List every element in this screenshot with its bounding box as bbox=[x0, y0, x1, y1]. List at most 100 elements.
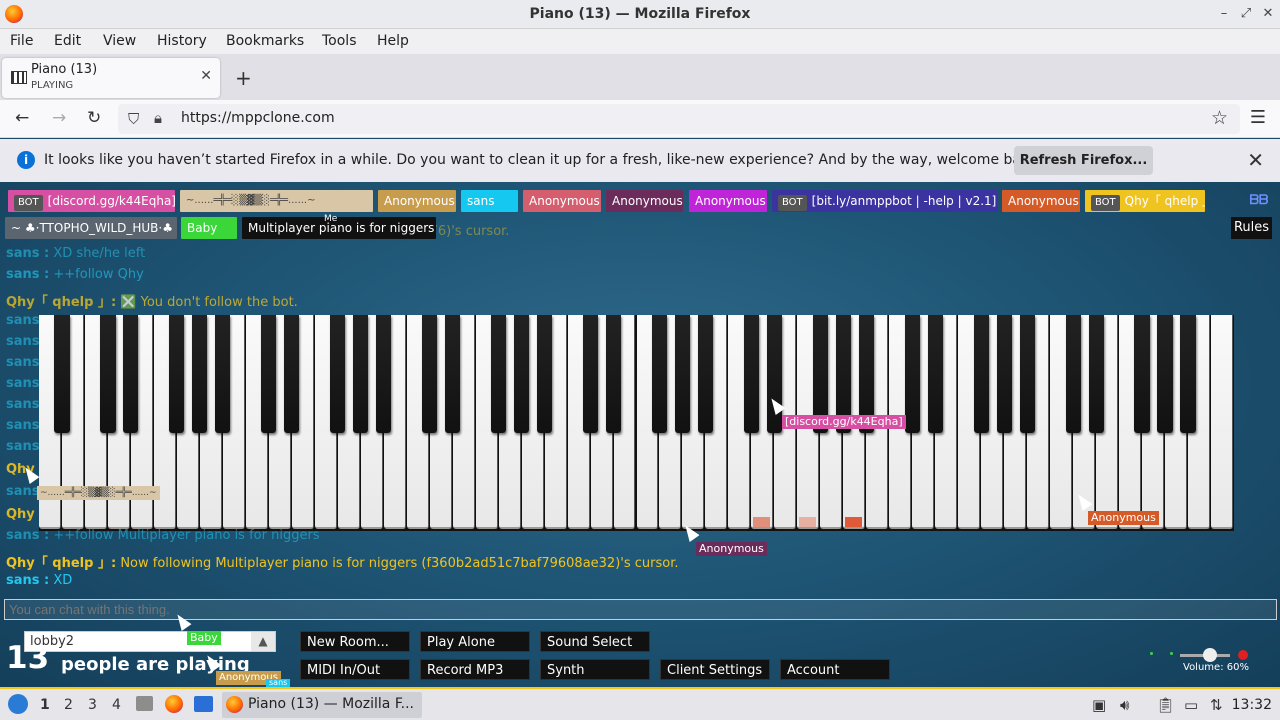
lock-icon[interactable]: 🔒︎ bbox=[154, 109, 162, 127]
black-key[interactable] bbox=[536, 315, 553, 433]
back-icon[interactable]: ← bbox=[15, 108, 29, 128]
new-tab-icon[interactable]: + bbox=[235, 66, 252, 90]
black-key[interactable] bbox=[651, 315, 668, 433]
refresh-firefox-button[interactable]: Refresh Firefox... bbox=[1014, 146, 1153, 175]
black-key[interactable] bbox=[261, 315, 277, 433]
menu-history[interactable]: History bbox=[157, 33, 207, 49]
display-icon[interactable]: ▭ bbox=[1184, 696, 1198, 714]
minimize-icon[interactable]: – bbox=[1215, 4, 1233, 24]
player-tag[interactable]: BOT [discord.gg/k44Eqha] bbox=[8, 190, 175, 212]
room-select[interactable]: lobby2 ▲ bbox=[24, 631, 276, 652]
black-key[interactable] bbox=[1134, 315, 1150, 433]
black-key[interactable] bbox=[582, 315, 599, 433]
black-key[interactable] bbox=[674, 315, 691, 433]
player-tag[interactable]: BOT Qhy「 qhelp 」 bbox=[1085, 190, 1205, 212]
new-room-button[interactable]: New Room... bbox=[300, 631, 410, 652]
tray-box-icon[interactable]: ▣ bbox=[1092, 696, 1106, 714]
black-key[interactable] bbox=[1019, 315, 1035, 433]
menu-bookmarks[interactable]: Bookmarks bbox=[226, 33, 304, 49]
player-tag[interactable]: Multiplayer piano is for niggers bbox=[242, 217, 436, 239]
discord-icon[interactable]: ᗷᗷ bbox=[1247, 193, 1271, 211]
menu-edit[interactable]: Edit bbox=[54, 33, 81, 49]
player-tag[interactable]: BOT [bit.ly/anmppbot | -help | v2.1] bbox=[772, 190, 998, 212]
black-key[interactable] bbox=[123, 315, 139, 433]
black-key[interactable] bbox=[1180, 315, 1196, 433]
black-key[interactable] bbox=[330, 315, 346, 433]
menu-help[interactable]: Help bbox=[377, 33, 409, 49]
synth-button[interactable]: Synth bbox=[540, 659, 650, 680]
window-launcher-icon[interactable] bbox=[194, 696, 213, 712]
black-key[interactable] bbox=[996, 315, 1012, 433]
room-dropdown-icon[interactable]: ▲ bbox=[251, 632, 275, 651]
player-tag[interactable]: Baby bbox=[181, 217, 237, 239]
player-tag[interactable]: ~ ♣·TTOPHO_WILD_HUB·♣ ~ bbox=[5, 217, 177, 239]
piano-keyboard[interactable] bbox=[39, 315, 1234, 531]
player-tag[interactable]: Anonymous bbox=[689, 190, 767, 212]
white-key[interactable] bbox=[1211, 315, 1233, 529]
account-button[interactable]: Account bbox=[780, 659, 890, 680]
player-tag[interactable]: ~......═╬═░▒▓▒░═╬═......~ bbox=[180, 190, 373, 212]
midi-button[interactable]: MIDI In/Out bbox=[300, 659, 410, 680]
clipboard-icon[interactable]: 📋︎ bbox=[1156, 696, 1175, 714]
black-key[interactable] bbox=[766, 315, 782, 433]
black-key[interactable] bbox=[1088, 315, 1104, 433]
black-key[interactable] bbox=[743, 315, 759, 433]
reload-icon[interactable]: ↻ bbox=[87, 108, 101, 128]
rules-button[interactable]: Rules bbox=[1231, 217, 1272, 239]
black-key[interactable] bbox=[54, 315, 70, 433]
chat-input[interactable] bbox=[4, 599, 1277, 620]
player-tag[interactable]: Anonymous bbox=[1002, 190, 1080, 212]
black-key[interactable] bbox=[353, 315, 369, 433]
volume-slider[interactable] bbox=[1180, 648, 1230, 662]
network-icon[interactable]: ⇅ bbox=[1210, 696, 1223, 714]
bookmark-star-icon[interactable]: ☆ bbox=[1211, 107, 1228, 129]
black-key[interactable] bbox=[1157, 315, 1173, 433]
black-key[interactable] bbox=[215, 315, 231, 433]
black-key[interactable] bbox=[422, 315, 438, 433]
menu-tools[interactable]: Tools bbox=[322, 33, 357, 49]
black-key[interactable] bbox=[927, 315, 943, 433]
player-tag[interactable]: Anonymous bbox=[378, 190, 456, 212]
volume-knob[interactable] bbox=[1203, 648, 1217, 662]
black-key[interactable] bbox=[445, 315, 461, 433]
black-key[interactable] bbox=[605, 315, 622, 433]
black-key[interactable] bbox=[697, 315, 713, 433]
tab-close-icon[interactable]: ✕ bbox=[200, 68, 212, 84]
black-key[interactable] bbox=[514, 315, 530, 433]
workspace-3[interactable]: 3 bbox=[88, 697, 97, 713]
workspace-1[interactable]: 1 bbox=[40, 697, 50, 713]
black-key[interactable] bbox=[904, 315, 920, 433]
taskbar-firefox-window[interactable]: Piano (13) — Mozilla F... bbox=[222, 692, 422, 718]
player-tag[interactable]: sans bbox=[461, 190, 518, 212]
black-key[interactable] bbox=[973, 315, 989, 433]
tab-piano[interactable]: Piano (13) PLAYING ✕ bbox=[2, 58, 220, 98]
black-key[interactable] bbox=[284, 315, 300, 433]
menu-view[interactable]: View bbox=[103, 33, 136, 49]
black-key[interactable] bbox=[376, 315, 392, 433]
shield-icon[interactable]: ⛉ bbox=[128, 110, 139, 128]
workspace-2[interactable]: 2 bbox=[64, 697, 73, 713]
sound-select-button[interactable]: Sound Select bbox=[540, 631, 650, 652]
record-mp3-button[interactable]: Record MP3 bbox=[420, 659, 530, 680]
url-bar[interactable]: ⛉ 🔒︎ https://mppclone.com ☆ bbox=[118, 104, 1240, 134]
player-tag[interactable]: Anonymous bbox=[523, 190, 601, 212]
speaker-icon[interactable]: 🔊︎ bbox=[1120, 696, 1129, 714]
client-settings-button[interactable]: Client Settings bbox=[660, 659, 770, 680]
black-key[interactable] bbox=[100, 315, 116, 433]
firefox-launcher-icon[interactable] bbox=[165, 695, 183, 713]
notification-close-icon[interactable]: ✕ bbox=[1247, 148, 1264, 172]
black-key[interactable] bbox=[1065, 315, 1081, 433]
forward-icon[interactable]: → bbox=[52, 108, 66, 128]
black-key[interactable] bbox=[491, 315, 507, 433]
black-key[interactable] bbox=[169, 315, 185, 433]
workspace-4[interactable]: 4 bbox=[112, 697, 121, 713]
menu-file[interactable]: File bbox=[10, 33, 33, 49]
file-manager-icon[interactable] bbox=[136, 696, 153, 711]
close-window-icon[interactable]: ✕ bbox=[1259, 4, 1277, 24]
play-alone-button[interactable]: Play Alone bbox=[420, 631, 530, 652]
maximize-icon[interactable]: ⤢ bbox=[1237, 4, 1255, 24]
start-menu-icon[interactable] bbox=[8, 694, 28, 714]
url-text[interactable]: https://mppclone.com bbox=[181, 110, 335, 126]
black-key[interactable] bbox=[192, 315, 208, 433]
player-tag[interactable]: Anonymous bbox=[606, 190, 683, 212]
